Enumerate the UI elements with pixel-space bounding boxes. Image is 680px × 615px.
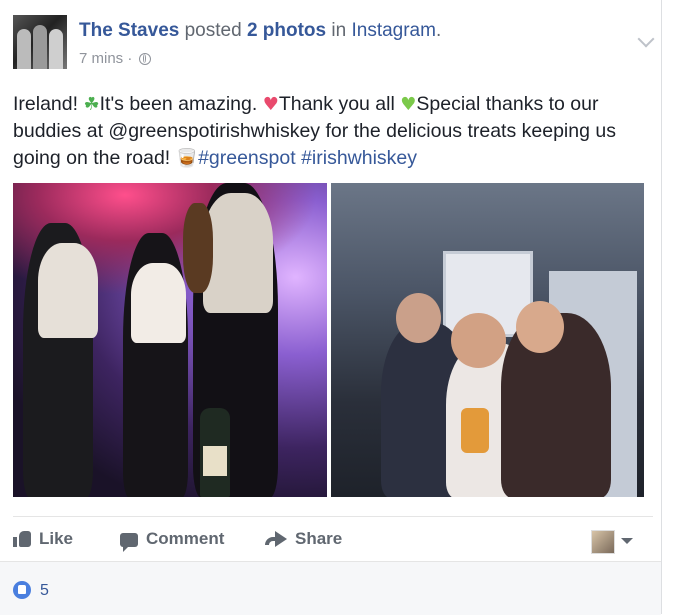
- hashtag-irishwhiskey[interactable]: #irishwhiskey: [301, 147, 417, 169]
- thumbs-up-icon: [13, 531, 31, 547]
- globe-icon[interactable]: [138, 53, 151, 65]
- hashtag-greenspot[interactable]: #greenspot: [198, 147, 296, 169]
- share-button[interactable]: Share: [265, 529, 343, 549]
- page-avatar[interactable]: [13, 15, 67, 69]
- shamrock-emoji: ☘: [83, 94, 100, 115]
- photos-link[interactable]: 2 photos: [247, 20, 326, 41]
- like-label: Like: [39, 529, 74, 548]
- viewer-avatar[interactable]: [591, 530, 615, 554]
- posted-text: posted: [184, 20, 242, 41]
- whiskey-bottle: [200, 408, 230, 497]
- message-text-2: It's been amazing.: [99, 93, 263, 115]
- instagram-link[interactable]: Instagram: [351, 20, 435, 41]
- in-text: in: [331, 20, 347, 41]
- reactions-bar: 5: [0, 561, 661, 615]
- green-heart-emoji: ♥: [400, 94, 417, 115]
- title-period: .: [435, 20, 442, 41]
- timestamp[interactable]: 7 mins: [79, 50, 123, 67]
- post-meta: 7 mins ·: [79, 50, 151, 67]
- concert-photo[interactable]: [13, 183, 327, 497]
- red-heart-emoji: ♥: [262, 94, 279, 115]
- reaction-count[interactable]: 5: [40, 582, 49, 600]
- tumbler-glass-emoji: 🥃: [175, 148, 199, 169]
- post-title-line: The Staves posted 2 photos in Instagram.: [79, 20, 441, 42]
- message-text-1: Ireland!: [13, 93, 84, 115]
- meta-separator: ·: [127, 50, 133, 67]
- share-label: Share: [295, 529, 343, 548]
- comment-button[interactable]: Comment: [120, 529, 225, 552]
- comment-label: Comment: [146, 529, 225, 548]
- post-message: Ireland! ☘It's been amazing. ♥Thank you …: [13, 91, 653, 172]
- post-header: The Staves posted 2 photos in Instagram.…: [13, 15, 655, 75]
- share-icon: [265, 531, 287, 547]
- chevron-down-icon[interactable]: [637, 30, 655, 48]
- like-reaction-icon[interactable]: [13, 581, 31, 599]
- like-button[interactable]: Like: [13, 529, 73, 549]
- author-link[interactable]: The Staves: [79, 20, 179, 41]
- action-bar: Like Comment Share: [13, 516, 653, 561]
- caret-down-icon[interactable]: [621, 538, 633, 544]
- comment-icon: [120, 533, 138, 552]
- post-card: The Staves posted 2 photos in Instagram.…: [0, 0, 662, 615]
- group-photo[interactable]: [331, 183, 644, 497]
- message-text-3: Thank you all: [278, 93, 401, 115]
